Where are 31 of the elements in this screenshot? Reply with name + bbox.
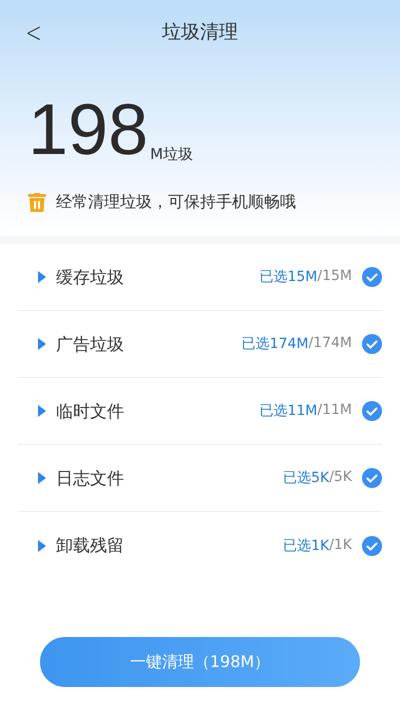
selected-size: 已选5K — [283, 469, 330, 487]
back-button[interactable]: < — [21, 16, 46, 49]
selected-size: 已选1K — [283, 536, 330, 554]
total-size: /1K — [329, 536, 352, 554]
tip-text: 经常清理垃圾，可保持手机顺畅哦 — [56, 192, 296, 213]
selected-size: 已选15M — [259, 268, 318, 286]
expand-arrow-icon[interactable] — [38, 540, 46, 552]
selected-size: 已选11M — [259, 402, 318, 420]
total-size: /174M — [308, 335, 352, 353]
page-title: 垃圾清理 — [162, 20, 238, 45]
junk-unit: M垃圾 — [150, 145, 194, 164]
selected-size: 已选174M — [242, 335, 308, 353]
total-size: /11M — [317, 402, 352, 420]
total-size: /5K — [329, 469, 352, 487]
checked-icon[interactable] — [362, 267, 382, 287]
category-name: 临时文件 — [56, 400, 125, 422]
category-name: 卸载残留 — [56, 535, 125, 557]
total-size: /15M — [317, 268, 352, 286]
checked-icon[interactable] — [362, 334, 382, 354]
expand-arrow-icon[interactable] — [38, 472, 46, 484]
expand-arrow-icon[interactable] — [38, 271, 46, 283]
checked-icon[interactable] — [362, 536, 382, 556]
expand-arrow-icon[interactable] — [38, 338, 46, 350]
category-name: 广告垃圾 — [56, 334, 125, 356]
category-name: 日志文件 — [56, 468, 125, 490]
checked-icon[interactable] — [362, 468, 382, 488]
category-name: 缓存垃圾 — [56, 266, 125, 288]
expand-arrow-icon[interactable] — [38, 405, 46, 417]
junk-amount: 198 — [28, 94, 148, 166]
checked-icon[interactable] — [362, 401, 382, 421]
trash-icon — [28, 192, 46, 212]
